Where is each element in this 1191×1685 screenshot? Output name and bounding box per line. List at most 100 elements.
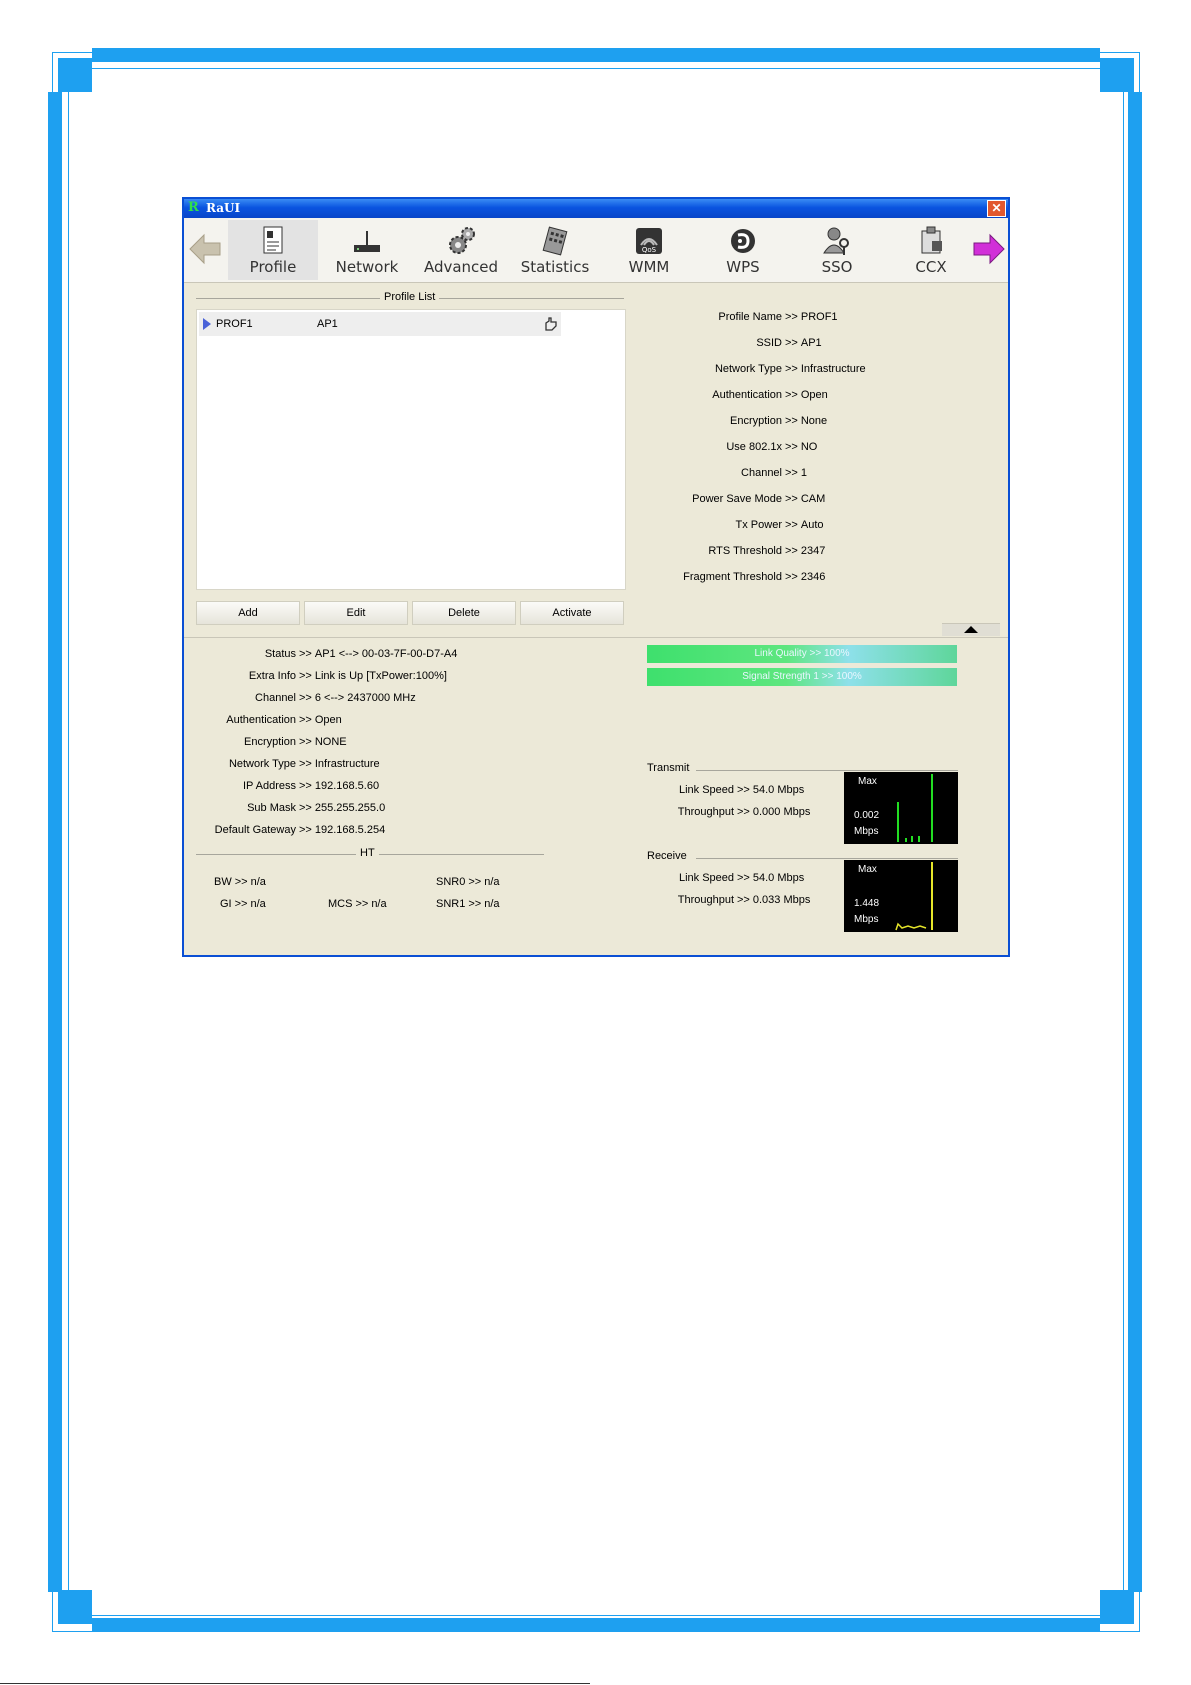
status-value: 255.255.255.0: [314, 802, 386, 814]
ht-key: SNR1: [436, 898, 466, 910]
receive-throughput: Throughput >> 0.033 Mbps: [624, 894, 811, 906]
separator: >>: [737, 806, 750, 818]
rx-value: 54.0 Mbps: [752, 872, 805, 884]
rx-key: Throughput: [677, 894, 734, 906]
forward-arrow-icon[interactable]: [970, 232, 1006, 266]
status-key: IP Address: [243, 780, 296, 792]
status-key: Status: [264, 648, 296, 660]
detail-encryption: Encryption >> None: [632, 415, 827, 427]
separator: >>: [785, 493, 798, 505]
profile-name-cell: PROF1: [216, 318, 253, 330]
status-default-gateway: Default Gateway >> 192.168.5.254: [184, 824, 386, 836]
wps-icon: [726, 225, 760, 257]
status-value: Infrastructure: [314, 758, 380, 770]
ht-key: SNR0: [436, 876, 466, 888]
tab-label: Network: [335, 258, 399, 276]
status-authentication: Authentication >> Open: [184, 714, 342, 726]
detail-value: PROF1: [800, 311, 838, 323]
close-button[interactable]: ✕: [987, 200, 1006, 217]
transmit-title: Transmit: [647, 762, 690, 774]
tab-wmm[interactable]: QoS WMM: [604, 220, 694, 280]
tab-ccx[interactable]: CCX: [886, 220, 976, 280]
delete-button[interactable]: Delete: [412, 601, 516, 625]
receive-rule: [696, 858, 958, 859]
status-network-type: Network Type >> Infrastructure: [184, 758, 380, 770]
status-value: AP1 <--> 00-03-7F-00-D7-A4: [314, 648, 458, 660]
footer-rule: [0, 1683, 590, 1684]
ht-snr1: SNR1 >> n/a: [436, 898, 500, 910]
transmit-rule: [696, 770, 958, 771]
separator: >>: [785, 545, 798, 557]
status-panel: Status >> AP1 <--> 00-03-7F-00-D7-A4 Extra…: [184, 637, 1008, 955]
detail-key: Profile Name: [718, 311, 782, 323]
ht-value: n/a: [484, 898, 500, 910]
detail-value: AP1: [800, 337, 822, 349]
detail-channel: Channel >> 1: [632, 467, 807, 479]
network-icon: [350, 225, 384, 257]
separator: >>: [785, 467, 798, 479]
status-value: 192.168.5.60: [314, 780, 380, 792]
tab-label: Profile: [249, 258, 297, 276]
collapse-button[interactable]: [942, 623, 1000, 636]
add-button[interactable]: Add: [196, 601, 300, 625]
tab-label: WMM: [628, 258, 670, 276]
profile-list[interactable]: PROF1 AP1: [196, 309, 626, 590]
app-logo-icon: R: [188, 200, 199, 215]
receive-graph: Max 1.448 Mbps: [844, 860, 958, 932]
separator: >>: [468, 876, 482, 888]
signal-strength-bar: Signal Strength 1 >> 100%: [647, 668, 957, 686]
list-item[interactable]: PROF1 AP1: [199, 312, 561, 336]
profile-ssid-cell: AP1: [317, 318, 338, 330]
status-extra-info: Extra Info >> Link is Up [TxPower:100%]: [184, 670, 447, 682]
separator: >>: [737, 894, 750, 906]
separator: >>: [785, 441, 798, 453]
title-bar[interactable]: R RaUI ✕: [184, 199, 1008, 218]
back-arrow-icon[interactable]: [188, 232, 224, 266]
detail-value: Open: [800, 389, 828, 401]
ht-value: n/a: [484, 876, 500, 888]
ht-key: BW: [214, 876, 232, 888]
separator: >>: [299, 714, 312, 726]
status-key: Channel: [255, 692, 296, 704]
ht-value: n/a: [371, 898, 387, 910]
detail-key: Fragment Threshold: [683, 571, 782, 583]
receive-title: Receive: [647, 850, 687, 862]
detail-value: NO: [800, 441, 818, 453]
separator: >>: [299, 692, 312, 704]
ht-bw: BW >> n/a: [214, 876, 266, 888]
tx-key: Link Speed: [678, 784, 734, 796]
status-value: Open: [314, 714, 342, 726]
tab-wps[interactable]: WPS: [698, 220, 788, 280]
activate-button[interactable]: Activate: [520, 601, 624, 625]
separator: >>: [785, 415, 798, 427]
detail-network-type: Network Type >> Infrastructure: [632, 363, 866, 375]
edit-button[interactable]: Edit: [304, 601, 408, 625]
profile-icon: [256, 225, 290, 257]
detail-ssid: SSID >> AP1: [632, 337, 822, 349]
detail-value: None: [800, 415, 828, 427]
ht-gi: GI >> n/a: [220, 898, 266, 910]
toolbar: Profile Network Advanced Statistics QoS …: [184, 218, 1008, 283]
window-title: RaUI: [206, 201, 241, 215]
detail-value: Infrastructure: [800, 363, 866, 375]
status-ip-address: IP Address >> 192.168.5.60: [184, 780, 379, 792]
tab-statistics[interactable]: Statistics: [510, 220, 600, 280]
tab-profile[interactable]: Profile: [228, 220, 318, 280]
detail-rts-threshold: RTS Threshold >> 2347: [632, 545, 825, 557]
separator: >>: [234, 898, 248, 910]
tab-advanced[interactable]: Advanced: [416, 220, 506, 280]
status-sub-mask: Sub Mask >> 255.255.255.0: [184, 802, 385, 814]
separator: >>: [299, 802, 312, 814]
tab-sso[interactable]: SSO: [792, 220, 882, 280]
separator: >>: [355, 898, 369, 910]
raui-window: R RaUI ✕ Profile Network Advanced Statis…: [182, 197, 1010, 957]
tab-label: WPS: [726, 258, 760, 276]
tab-network[interactable]: Network: [322, 220, 412, 280]
detail-key: Power Save Mode: [692, 493, 782, 505]
detail-value: 2346: [800, 571, 826, 583]
status-key: Sub Mask: [247, 802, 296, 814]
wmm-qos-icon: QoS: [632, 225, 666, 257]
detail-key: SSID: [756, 337, 782, 349]
link-quality-bar: Link Quality >> 100%: [647, 645, 957, 663]
separator: >>: [299, 824, 312, 836]
